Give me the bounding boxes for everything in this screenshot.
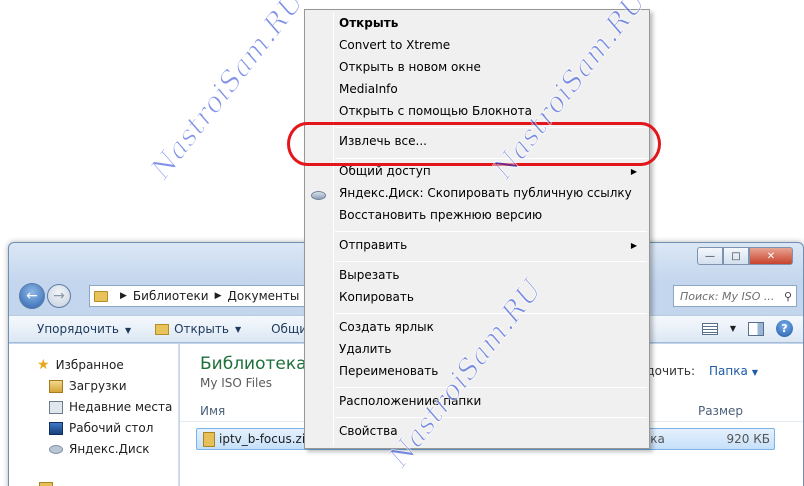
nav-item-label: Загрузки [69,379,127,393]
menu-item-mediainfo[interactable]: MediaInfo [339,82,398,96]
menu-item-rename[interactable]: Переименовать [339,364,438,378]
menu-gutter [333,12,334,446]
open-button[interactable]: Открыть ▼ [155,322,241,336]
nav-item-desktop[interactable]: Рабочий стол [49,421,153,435]
breadcrumb-libraries[interactable]: Библиотеки [133,289,209,303]
file-size: 920 КБ [726,432,770,446]
downloads-folder-icon [49,379,63,393]
share-button[interactable]: Общи [271,322,307,336]
zip-file-icon [203,432,215,447]
nav-item-label: Недавние места [69,400,173,414]
forward-button[interactable]: → [47,284,71,308]
chevron-right-icon: ▶ [120,291,127,301]
menu-item-restore-previous-version[interactable]: Восстановить прежнюю версию [339,208,542,222]
navigation-pane: ★ Избранное Загрузки Недавние места Рабо… [9,344,179,486]
menu-item-properties[interactable]: Свойства [339,424,398,438]
column-size[interactable]: Размер [698,404,743,418]
arrange-by-value: Папка [709,364,748,378]
menu-separator [335,231,647,232]
watermark: NastroiSam.RU [143,0,311,186]
nav-item-yandex-disk[interactable]: Яндекс.Диск [49,442,150,456]
library-folder-icon [39,482,53,486]
organize-button[interactable]: Упорядочить ▼ [37,322,131,336]
column-name[interactable]: Имя [200,404,225,418]
menu-separator [335,417,647,418]
menu-item-open-in-new-window[interactable]: Открыть в новом окне [339,60,481,74]
view-controls: ▼ ? [701,320,793,337]
arrange-by-dropdown[interactable]: Папка ▼ [709,364,758,378]
nav-item-downloads[interactable]: Загрузки [49,379,127,393]
chevron-down-icon: ▼ [751,368,758,377]
desktop-icon [49,421,63,435]
view-options-icon[interactable] [701,322,718,335]
yandex-disk-icon [311,191,326,200]
menu-item-delete[interactable]: Удалить [339,342,392,356]
nav-item-label: Яндекс.Диск [69,442,150,456]
menu-item-cut[interactable]: Вырезать [339,268,400,282]
search-icon: ⚲ [783,289,792,303]
chevron-down-icon: ▼ [234,324,242,334]
file-name: iptv_b-focus.zip [219,432,313,446]
minimize-button[interactable]: — [697,247,723,265]
back-button[interactable]: ← [19,283,45,309]
submenu-arrow-icon: ▶ [630,241,637,250]
arrow-right-icon: → [53,288,65,304]
chevron-down-icon[interactable]: ▼ [730,324,736,333]
menu-separator [335,261,647,262]
help-icon[interactable]: ? [776,320,793,337]
window-caption-buttons: — □ ✕ [697,247,793,265]
menu-item-open[interactable]: Открыть [339,16,398,30]
library-subtitle: My ISO Files [200,376,273,390]
library-title: Библиотека [200,354,307,374]
preview-pane-icon[interactable] [748,321,764,336]
maximize-button[interactable]: □ [723,247,749,265]
organize-label: Упорядочить [37,322,119,336]
menu-item-open-with-notepad[interactable]: Открыть с помощью Блокнота [339,104,532,118]
menu-item-copy[interactable]: Копировать [339,290,414,304]
menu-item-convert-to-xtreme[interactable]: Convert to Xtreme [339,38,450,52]
recent-places-icon [49,400,63,414]
search-input[interactable]: Поиск: My ISO ... ⚲ [673,285,797,307]
nav-item-label: Рабочий стол [69,421,154,435]
menu-separator [335,387,647,388]
folder-icon [94,290,108,302]
menu-item-send-to[interactable]: Отправить [339,238,407,252]
star-icon: ★ [37,356,50,373]
open-folder-icon [155,323,170,335]
nav-favorites-label: Избранное [55,358,124,372]
close-button[interactable]: ✕ [749,247,793,265]
nav-item-recent-places[interactable]: Недавние места [49,400,172,414]
search-placeholder: Поиск: My ISO ... [680,289,775,303]
nav-favorites[interactable]: ★ Избранное [37,356,124,373]
chevron-right-icon: ▶ [214,291,222,301]
menu-item-yandex-disk-copy-link[interactable]: Яндекс.Диск: Скопировать публичную ссылк… [339,186,632,200]
menu-item-create-shortcut[interactable]: Создать ярлык [339,320,434,334]
yandex-disk-icon [49,444,63,454]
submenu-arrow-icon: ▶ [630,167,637,176]
chevron-down-icon: ▼ [124,326,132,335]
arrange-by-label: дочить: [646,364,695,378]
menu-item-sharing[interactable]: Общий доступ [339,164,431,178]
arrow-left-icon: ← [26,288,38,304]
highlight-ellipse [287,122,661,166]
breadcrumb-documents[interactable]: Документы [228,289,300,303]
open-label: Открыть [174,322,229,336]
